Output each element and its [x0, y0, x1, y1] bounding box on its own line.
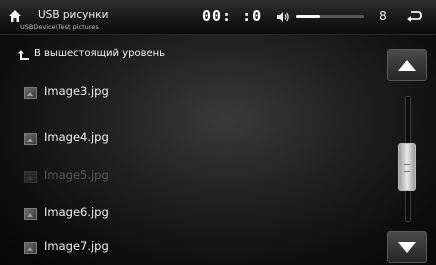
- file-name: Image3.jpg: [44, 84, 109, 98]
- volume-value: 8: [379, 9, 387, 23]
- file-list: В вышестоящий уровень Image3.jpg Image4.…: [0, 38, 380, 265]
- file-name: Image6.jpg: [44, 205, 109, 219]
- folder-path: USBDevice\Test pictures: [20, 23, 99, 31]
- arrow-up-icon: [398, 60, 416, 71]
- scrollbar-thumb[interactable]: [398, 143, 416, 191]
- arrow-down-icon: [398, 242, 416, 253]
- file-name: Image7.jpg: [44, 239, 109, 253]
- list-item[interactable]: Image5.jpg: [0, 159, 380, 193]
- scroll-down-button[interactable]: [387, 231, 427, 263]
- file-name: Image5.jpg: [44, 168, 109, 182]
- list-item[interactable]: Image7.jpg: [0, 230, 380, 264]
- back-icon[interactable]: [406, 9, 422, 23]
- speaker-icon[interactable]: [276, 11, 290, 23]
- file-name: Image4.jpg: [44, 130, 109, 144]
- image-file-icon: [24, 171, 37, 183]
- image-file-icon: [24, 242, 37, 254]
- image-file-icon: [24, 87, 37, 99]
- image-file-icon: [24, 133, 37, 145]
- up-level-icon: [18, 50, 29, 60]
- page-title: USB рисунки: [38, 9, 109, 21]
- image-file-icon: [24, 208, 37, 220]
- list-item[interactable]: Image4.jpg: [0, 121, 380, 155]
- clock: 00: :0: [202, 7, 263, 25]
- volume-level: [296, 15, 320, 18]
- list-item[interactable]: Image3.jpg: [0, 75, 380, 109]
- status-bar: USB рисунки USBDevice\Test pictures 00: …: [0, 0, 436, 35]
- list-item[interactable]: Image6.jpg: [0, 196, 380, 230]
- media-player-screen: USB рисунки USBDevice\Test pictures 00: …: [0, 0, 436, 265]
- volume-slider[interactable]: [296, 15, 364, 18]
- up-level-label: В вышестоящий уровень: [34, 48, 166, 59]
- home-icon[interactable]: [8, 9, 22, 23]
- up-level-item[interactable]: В вышестоящий уровень: [0, 38, 380, 72]
- scroll-up-button[interactable]: [387, 49, 427, 81]
